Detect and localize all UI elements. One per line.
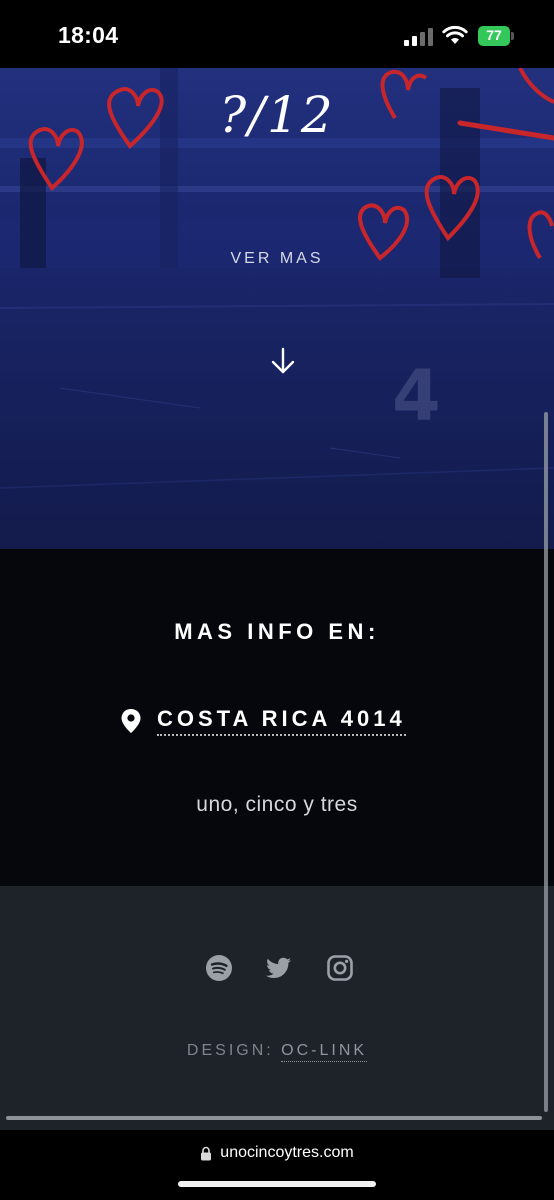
status-time: 18:04 [58,22,119,48]
design-credit: DESIGN: OC-LINK [0,1042,554,1062]
cellular-signal-icon [404,28,433,46]
horizontal-scrollbar[interactable] [6,1116,542,1120]
address-row: COSTA RICA 4014 [120,704,406,738]
lock-icon [201,1146,212,1160]
vertical-scrollbar[interactable] [544,412,548,1112]
spotify-icon[interactable] [205,954,233,982]
url-text[interactable]: unocincoytres.com [220,1144,353,1162]
battery-level: 77 [486,27,502,43]
address-link[interactable]: COSTA RICA 4014 [157,706,406,736]
svg-text:4: 4 [392,355,441,437]
tagline: uno, cinco y tres [196,793,358,816]
hero-counter: ?/12 [219,86,335,144]
ver-mas-link[interactable]: VER MAS [0,250,554,268]
home-indicator[interactable] [178,1181,376,1187]
browser-url-bar[interactable]: unocincoytres.com [0,1130,554,1200]
twitter-icon[interactable] [265,954,293,982]
info-title: MAS INFO EN: [174,619,380,644]
hero-banner: 4 ?/12 VER MAS [0,68,554,549]
url-row[interactable]: unocincoytres.com [0,1144,554,1162]
arrow-down-icon[interactable] [268,346,298,376]
map-pin-icon [121,709,141,733]
wifi-icon [442,25,468,44]
design-label: DESIGN: [186,1042,274,1059]
instagram-icon[interactable] [326,954,354,982]
info-section: MAS INFO EN: COSTA RICA 4014 uno, cinco … [0,549,554,886]
status-bar: 18:04 77 [0,0,554,68]
footer: DESIGN: OC-LINK [0,886,554,1130]
design-credit-link[interactable]: OC-LINK [281,1042,368,1062]
battery-icon: 77 [478,26,514,46]
